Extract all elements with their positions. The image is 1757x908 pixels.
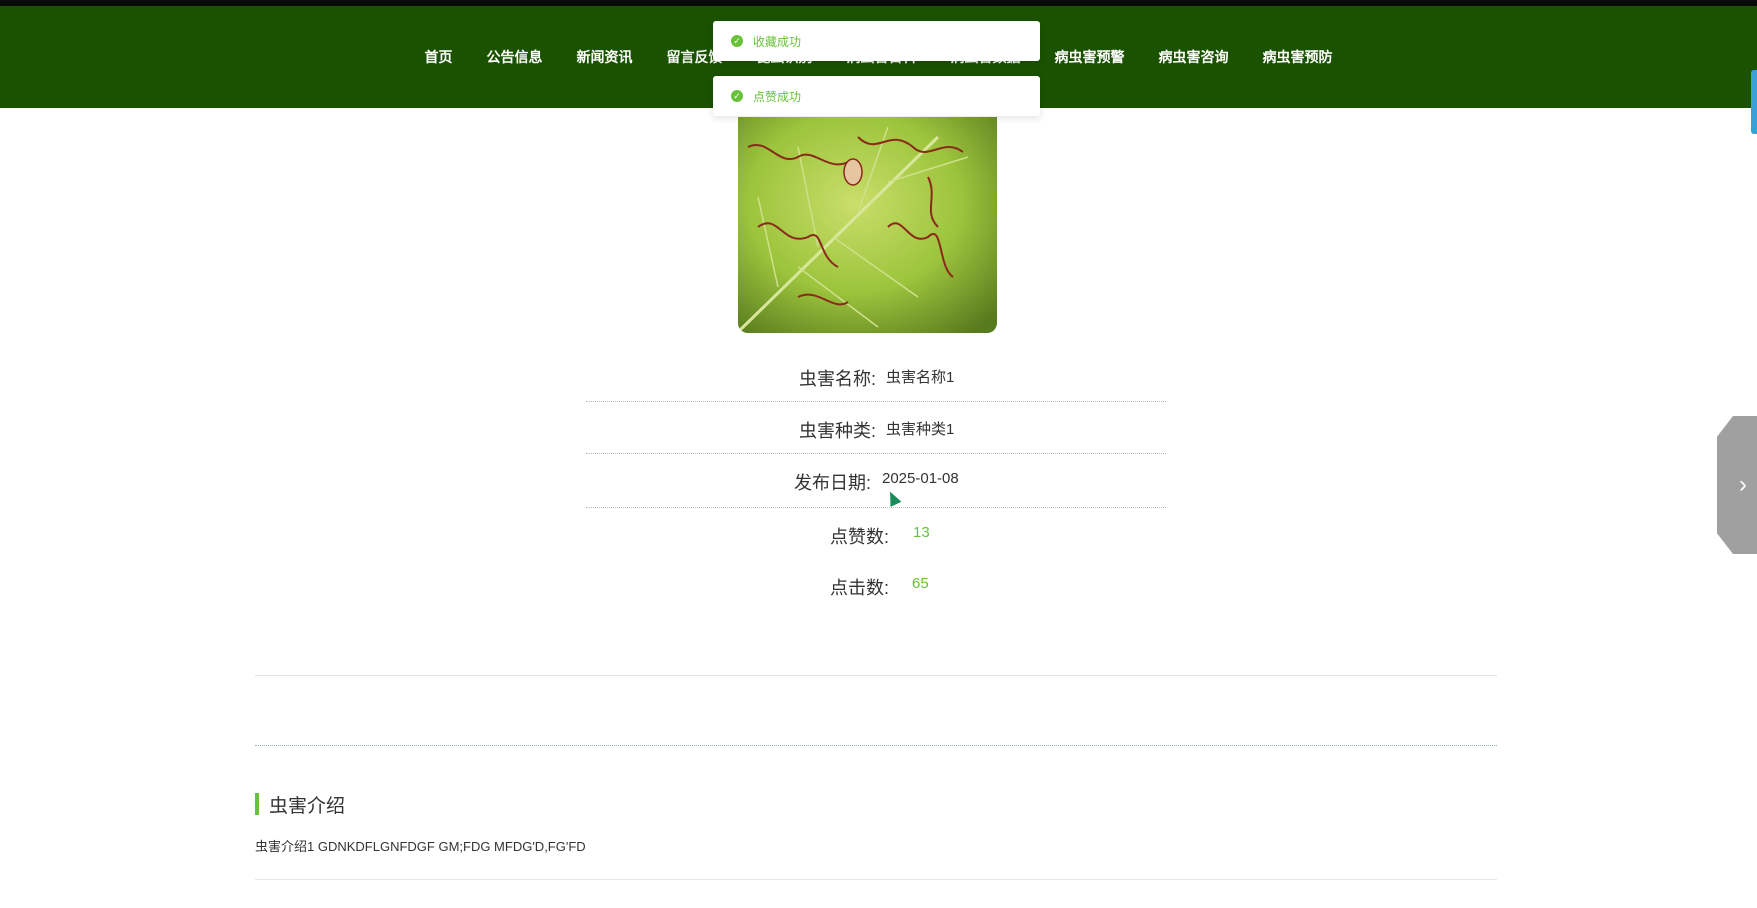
pest-image <box>738 117 997 333</box>
likes-label: 点赞数: <box>830 527 890 547</box>
nav-pest-prevention[interactable]: 病虫害预防 <box>1263 47 1333 67</box>
divider <box>586 507 1166 508</box>
nav-pest-warning[interactable]: 病虫害预警 <box>1055 47 1125 67</box>
pest-intro-text: 虫害介绍1 GDNKDFLGNFDGF GM;FDG MFDG'D,FG'FD <box>255 839 586 854</box>
clicks-value: 65 <box>912 575 929 592</box>
clicks-label: 点击数: <box>830 578 890 598</box>
accent-bar <box>255 793 259 815</box>
nav-home[interactable]: 首页 <box>425 47 453 67</box>
leaf-photo <box>738 117 997 333</box>
toast-collect-success: ✓ 收藏成功 <box>713 21 1040 61</box>
success-check-icon: ✓ <box>731 35 743 47</box>
pest-name-value: 虫害名称1 <box>886 369 955 386</box>
toast-message: 点赞成功 <box>753 89 802 104</box>
scroll-handle[interactable] <box>1751 70 1757 134</box>
mouse-cursor-icon <box>884 489 902 507</box>
publish-date-value: 2025-01-08 <box>882 470 959 487</box>
side-expand-tab[interactable]: › <box>1717 416 1757 554</box>
nav-announcements[interactable]: 公告信息 <box>487 47 543 67</box>
divider <box>586 401 1166 402</box>
success-check-icon: ✓ <box>731 90 743 102</box>
chevron-right-icon: › <box>1739 471 1747 498</box>
nav-pest-consult[interactable]: 病虫害咨询 <box>1159 47 1229 67</box>
separator <box>255 879 1497 880</box>
pest-type-label: 虫害种类: <box>799 421 877 441</box>
section-title: 虫害介绍 <box>255 792 346 817</box>
nav-news[interactable]: 新闻资讯 <box>577 47 633 67</box>
separator <box>255 745 1497 746</box>
section-title-text: 虫害介绍 <box>269 795 346 817</box>
likes-value: 13 <box>913 524 930 541</box>
toast-like-success: ✓ 点赞成功 <box>713 76 1040 116</box>
toast-message: 收藏成功 <box>753 34 802 49</box>
pest-type-value: 虫害种类1 <box>886 421 955 438</box>
divider <box>586 453 1166 454</box>
publish-date-label: 发布日期: <box>794 473 872 493</box>
separator <box>255 675 1497 676</box>
pest-name-label: 虫害名称: <box>799 369 877 389</box>
